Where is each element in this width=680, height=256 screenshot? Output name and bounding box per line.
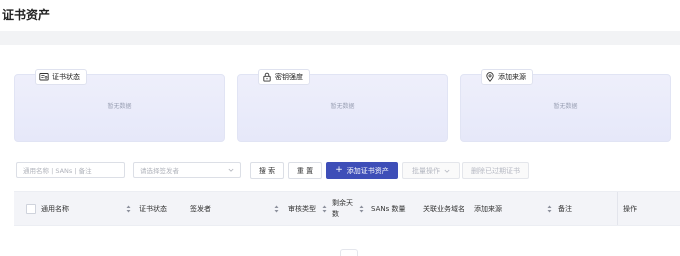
reset-button[interactable]: 重 置 [288, 162, 322, 179]
batch-operation-button[interactable]: 批量操作 [402, 162, 460, 179]
search-input[interactable]: 通用名称 | SANs | 备注 [16, 162, 125, 178]
column-label: SANs 数量 [371, 204, 406, 213]
column-label: 通用名称 [41, 204, 69, 213]
card-title: 添加来源 [498, 73, 526, 81]
sort-icon[interactable] [543, 192, 552, 225]
location-pin-icon [485, 72, 495, 82]
empty-text: 暂无数据 [553, 103, 578, 110]
issuer-select-placeholder: 请选择签发者 [140, 167, 179, 175]
empty-text: 暂无数据 [330, 103, 355, 110]
certificate-icon [39, 72, 49, 82]
select-all-checkbox[interactable] [26, 204, 36, 214]
column-header-sans-count: SANs 数量 [371, 192, 405, 225]
card-title: 证书状态 [52, 73, 80, 81]
card-title: 密钥强度 [275, 73, 303, 81]
chevron-down-icon [228, 167, 234, 173]
column-header-audit-type[interactable]: 审核类型 [288, 192, 316, 225]
card-add-source: 添加来源 暂无数据 [460, 69, 671, 142]
card-tag-add-source: 添加来源 [481, 69, 533, 85]
column-label: 备注 [558, 204, 572, 213]
sort-icon[interactable] [122, 192, 131, 225]
batch-operation-label: 批量操作 [412, 166, 440, 175]
add-certificate-label: 添加证书资产 [346, 166, 389, 175]
column-header-related-domains: 关联业务域名 [423, 192, 465, 225]
column-divider [617, 192, 618, 225]
card-tag-cert-status: 证书状态 [35, 69, 87, 85]
page-title: 证书资产 [2, 8, 51, 22]
column-header-remaining-days[interactable]: 剩余天数 [332, 192, 354, 225]
issuer-select[interactable]: 请选择签发者 [133, 162, 241, 178]
column-label: 操作 [623, 204, 637, 213]
plus-icon: + [335, 165, 343, 175]
column-label: 证书状态 [139, 204, 167, 213]
delete-expired-button[interactable]: 删除已过期证书 [462, 162, 529, 179]
column-header-cert-status: 证书状态 [139, 192, 167, 225]
search-input-placeholder: 通用名称 | SANs | 备注 [23, 167, 92, 175]
search-button[interactable]: 搜 索 [250, 162, 284, 179]
column-label: 签发者 [190, 204, 211, 213]
empty-text: 暂无数据 [107, 103, 132, 110]
card-tag-key-strength: 密钥强度 [258, 69, 310, 85]
column-label: 剩余天数 [332, 198, 353, 218]
column-label: 审核类型 [288, 204, 316, 213]
column-label: 添加来源 [474, 204, 502, 213]
card-cert-status: 证书状态 暂无数据 [14, 69, 225, 142]
chevron-down-icon [444, 168, 450, 174]
column-header-common-name[interactable]: 通用名称 [41, 192, 69, 225]
column-header-issuer[interactable]: 签发者 [190, 192, 211, 225]
main-content: 证书状态 暂无数据 密钥强度 暂无数据 添加来源 暂无数据 通用名称 | SAN… [0, 45, 680, 255]
sort-icon[interactable] [318, 192, 327, 225]
sort-icon[interactable] [270, 192, 279, 225]
column-header-add-source[interactable]: 添加来源 [474, 192, 502, 225]
lock-icon [262, 72, 272, 82]
card-key-strength: 密钥强度 暂无数据 [237, 69, 448, 142]
sort-icon[interactable] [355, 192, 364, 225]
column-header-actions: 操作 [623, 192, 637, 225]
column-header-remark: 备注 [558, 192, 572, 225]
add-certificate-button[interactable]: + 添加证书资产 [326, 162, 398, 179]
table-header: 通用名称 证书状态 签发者 审核类型 剩余天数 SANs 数量 关联业务域名 添… [14, 191, 680, 226]
section-divider [0, 31, 680, 45]
column-label: 关联业务域名 [423, 204, 465, 213]
